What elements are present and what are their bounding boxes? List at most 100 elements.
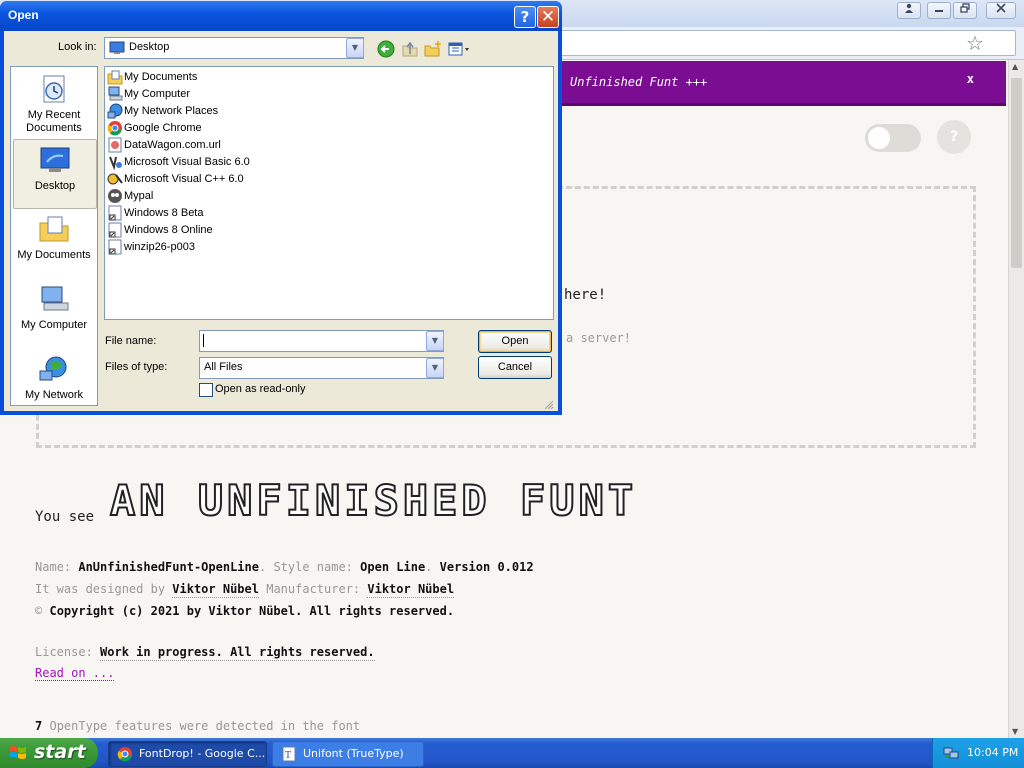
look-in-select[interactable]: Desktop ▼ [104, 37, 364, 59]
svg-text:T: T [285, 751, 291, 761]
look-in-label: Look in: [58, 41, 97, 53]
restore-button[interactable] [953, 2, 977, 19]
font-file-icon: T [282, 746, 296, 762]
user-icon [905, 3, 913, 13]
manufacturer-value: Viktor Nübel [367, 582, 455, 598]
place-recent-documents[interactable]: My Recent Documents [13, 69, 95, 137]
files-of-type-select[interactable]: All Files ▼ [199, 357, 444, 379]
place-my-documents[interactable]: My Documents [13, 209, 95, 277]
desktop-icon [109, 41, 125, 54]
place-desktop[interactable]: Desktop [13, 139, 97, 209]
bookmark-star-icon[interactable]: ☆ [966, 31, 984, 55]
file-name-input[interactable]: ▼ [199, 330, 444, 352]
dialog-close-button[interactable]: ✕ [537, 6, 559, 28]
computer-icon [108, 86, 123, 101]
open-button[interactable]: Open [478, 330, 552, 353]
look-in-value: Desktop [129, 41, 170, 53]
cancel-button[interactable]: Cancel [478, 356, 552, 379]
scroll-thumb[interactable] [1011, 78, 1022, 268]
copyright-symbol: © [35, 604, 43, 618]
font-banner: Unfinished Funt +++ x [560, 61, 1006, 106]
toggle-knob [868, 127, 890, 149]
desktop-icon [40, 147, 70, 172]
read-on-link[interactable]: Read on ... [35, 666, 115, 681]
files-of-type-label: Files of type: [105, 361, 168, 373]
place-label: Desktop [34, 180, 76, 192]
dark-mode-toggle[interactable] [865, 124, 921, 152]
recent-documents-icon [43, 75, 65, 103]
read-only-label: Open as read-only [215, 383, 306, 395]
file-name: Windows 8 Beta [124, 207, 204, 219]
page-scrollbar[interactable]: ▲ ▼ [1008, 60, 1024, 738]
my-computer-icon [41, 286, 69, 311]
shortcut-icon [108, 222, 122, 238]
chevron-down-icon[interactable]: ▼ [346, 38, 364, 58]
file-name: DataWagon.com.url [124, 139, 221, 151]
designer-link[interactable]: Viktor Nübel [172, 582, 259, 598]
help-button[interactable]: ? [937, 120, 971, 154]
files-of-type-value: All Files [204, 361, 243, 373]
windows-flag-icon [10, 746, 26, 759]
view-menu-icon[interactable] [448, 40, 472, 58]
up-folder-icon[interactable] [401, 40, 419, 58]
banner-close-button[interactable]: x [967, 72, 974, 86]
resize-grip-icon[interactable] [544, 400, 554, 410]
dialog-titlebar[interactable]: Open ? ✕ [0, 1, 562, 31]
license-label: License: [35, 645, 93, 659]
url-icon [108, 137, 122, 153]
folder-docs-icon [107, 70, 123, 85]
dropzone-note: a server! [566, 331, 632, 345]
restore-icon [960, 3, 970, 13]
task-label: FontDrop! - Google C... [139, 747, 266, 760]
file-name: Windows 8 Online [124, 224, 213, 236]
network-tray-icon[interactable] [943, 745, 959, 761]
scroll-down-icon[interactable]: ▼ [1012, 727, 1018, 736]
dialog-help-button[interactable]: ? [514, 6, 536, 28]
banner-title: Unfinished Funt +++ [570, 75, 708, 89]
chrome-icon [107, 121, 122, 136]
new-folder-icon[interactable] [424, 40, 442, 58]
taskbar-item-chrome[interactable]: FontDrop! - Google C... [108, 741, 267, 767]
place-label: My Network [24, 389, 84, 401]
minimize-button[interactable] [927, 2, 951, 19]
clock[interactable]: 10:04 PM [967, 746, 1018, 759]
close-icon [996, 3, 1006, 13]
file-name: Microsoft Visual C++ 6.0 [124, 173, 244, 185]
manufacturer-label: Manufacturer: [266, 582, 361, 596]
vc-icon [107, 173, 123, 185]
close-window-button[interactable] [986, 2, 1016, 19]
license-value: Work in progress. All rights reserved. [100, 645, 375, 661]
copyright-line: © Copyright (c) 2021 by Viktor Nübel. Al… [35, 604, 454, 618]
designer-line: It was designed by Viktor Nübel Manufact… [35, 582, 455, 598]
address-bar[interactable] [560, 30, 1016, 56]
file-name-label: File name: [105, 335, 157, 347]
start-button[interactable]: start [0, 738, 98, 768]
chevron-down-icon[interactable]: ▼ [426, 358, 444, 378]
dialog-title: Open [8, 8, 39, 22]
designed-label: It was designed by [35, 582, 166, 596]
read-only-checkbox[interactable] [199, 383, 213, 397]
user-profile-button[interactable] [897, 2, 921, 19]
file-name: Mypal [124, 190, 154, 202]
taskbar-item-unifont[interactable]: T Unifont (TrueType) [272, 741, 424, 767]
you-see-label: You see [35, 509, 95, 525]
mypal-icon [108, 189, 122, 203]
vb-icon [109, 156, 122, 170]
text-caret [203, 334, 204, 347]
place-my-network[interactable]: My Network [13, 349, 95, 417]
place-my-computer[interactable]: My Computer [13, 279, 95, 347]
file-list[interactable]: My Documents My Computer My Network Plac… [104, 66, 554, 320]
style-value: Open Line [360, 560, 426, 574]
copyright-text: Copyright (c) 2021 by Viktor Nübel. All … [49, 604, 455, 618]
scroll-up-icon[interactable]: ▲ [1012, 62, 1018, 71]
version-value: Version 0.012 [439, 560, 534, 574]
file-name: Google Chrome [124, 122, 202, 134]
features-line: 7 OpenType features were detected in the… [35, 719, 360, 733]
back-icon[interactable] [377, 40, 395, 58]
task-label: Unifont (TrueType) [303, 747, 404, 760]
features-count: 7 [35, 719, 43, 733]
place-label: My Recent Documents [26, 109, 82, 134]
chevron-down-icon[interactable]: ▼ [426, 331, 444, 351]
font-sample: An unfinished funt [109, 475, 638, 526]
file-name: My Documents [124, 71, 198, 83]
